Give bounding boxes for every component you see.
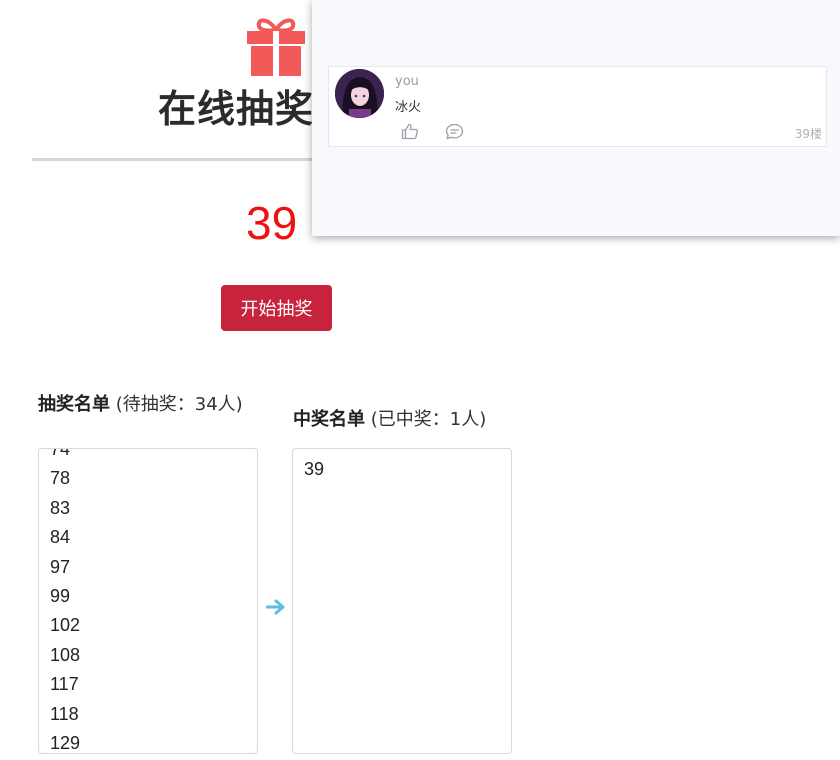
- winner-list[interactable]: 39: [292, 448, 512, 754]
- comment-text: 冰火: [395, 100, 422, 115]
- winner-items: 39: [304, 455, 324, 484]
- avatar-image: [335, 69, 384, 118]
- comment-panel: you 冰火 39楼: [312, 0, 840, 236]
- list-item: 84: [50, 527, 71, 548]
- list-item: 97: [50, 556, 71, 577]
- arrow-right-icon: [266, 599, 285, 615]
- list-item: 108: [50, 644, 81, 665]
- list-item: 74: [50, 448, 71, 459]
- list-item: 39: [304, 459, 325, 479]
- winner-heading-title: 中奖名单: [293, 409, 365, 430]
- start-draw-button[interactable]: 开始抽奖: [221, 285, 332, 331]
- comment-card: you 冰火 39楼: [328, 66, 827, 147]
- list-item: 83: [50, 497, 71, 518]
- pool-list-heading: 抽奖名单 (待抽奖：34人): [38, 390, 248, 420]
- list-item: 129: [50, 732, 81, 753]
- list-item: 117: [50, 674, 79, 695]
- list-item: 102: [50, 615, 81, 636]
- winner-list-heading: 中奖名单 (已中奖：1人): [293, 405, 533, 435]
- gift-icon: [247, 18, 305, 76]
- list-item: 118: [50, 703, 79, 724]
- floor-number: 39楼: [794, 127, 822, 141]
- drawn-number: 39: [246, 197, 298, 249]
- avatar[interactable]: [335, 69, 384, 118]
- thumbs-up-icon[interactable]: [401, 123, 419, 140]
- page-title: 在线抽奖: [158, 87, 315, 131]
- list-item: 78: [50, 468, 71, 489]
- pool-list[interactable]: 74 78 83 84 97 99 102 108 117 118 129: [38, 448, 258, 754]
- comment-username[interactable]: you: [395, 74, 419, 89]
- list-item: 99: [50, 585, 71, 606]
- title-divider: [32, 158, 322, 161]
- comment-bubble-icon[interactable]: [445, 123, 464, 140]
- pool-heading-count: (待抽奖：34人): [110, 394, 243, 415]
- winner-heading-count: (已中奖：1人): [365, 409, 487, 430]
- pool-items: 74 78 83 84 97 99 102 108 117 118 129: [50, 448, 81, 753]
- pool-heading-title: 抽奖名单: [38, 394, 110, 415]
